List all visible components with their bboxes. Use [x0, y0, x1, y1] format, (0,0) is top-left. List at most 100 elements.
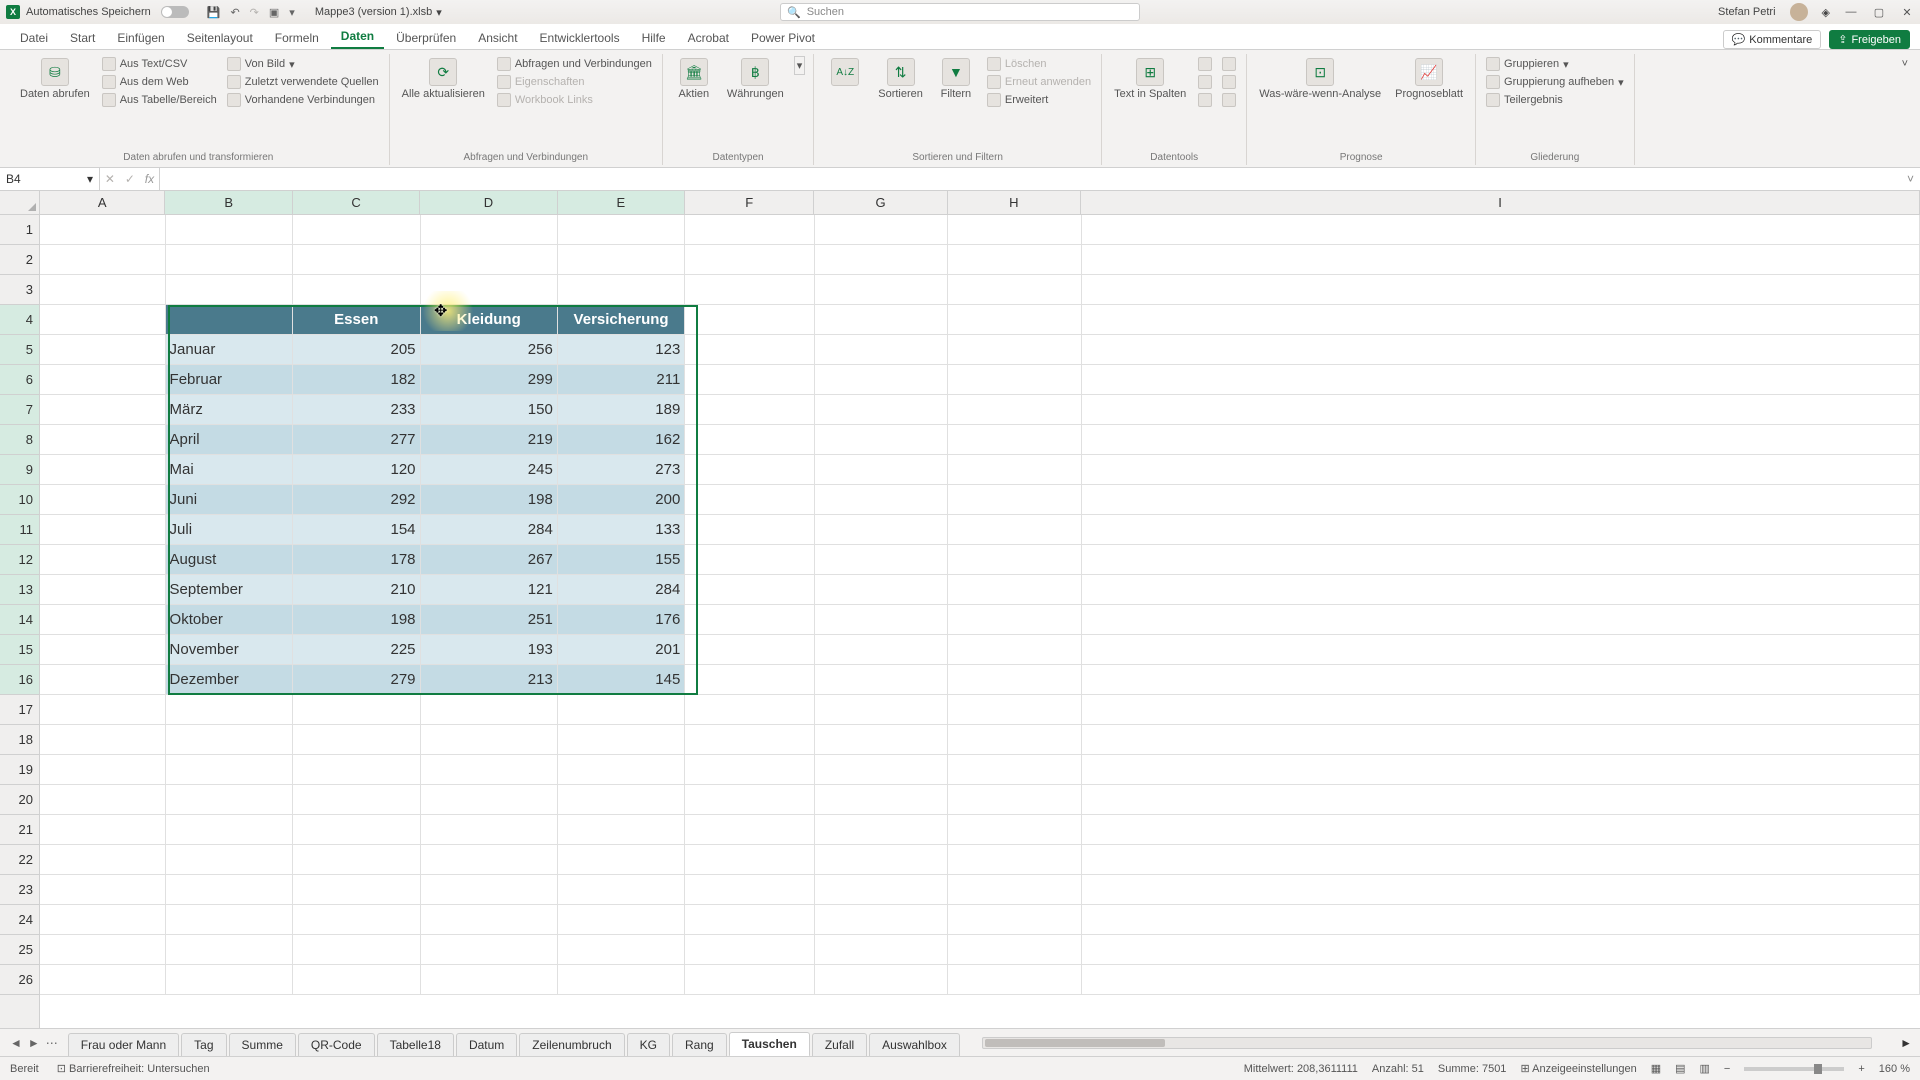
cell-I17[interactable] — [1082, 695, 1920, 725]
cell-F25[interactable] — [685, 935, 814, 965]
cell-A23[interactable] — [40, 875, 166, 905]
cell-F1[interactable] — [685, 215, 814, 245]
cell-C6[interactable]: 182 — [293, 365, 421, 395]
cell-D17[interactable] — [421, 695, 558, 725]
cell-H1[interactable] — [948, 215, 1081, 245]
cell-A26[interactable] — [40, 965, 166, 995]
cell-E1[interactable] — [558, 215, 686, 245]
cell-C11[interactable]: 154 — [293, 515, 421, 545]
from-web[interactable]: Aus dem Web — [100, 74, 219, 90]
zoom-out-icon[interactable]: − — [1724, 1063, 1730, 1075]
cell-A1[interactable] — [40, 215, 166, 245]
cell-B8[interactable]: April — [166, 425, 294, 455]
cell-H23[interactable] — [948, 875, 1081, 905]
row-header-10[interactable]: 10 — [0, 485, 39, 515]
sheet-tab-frau-oder-mann[interactable]: Frau oder Mann — [68, 1033, 179, 1056]
cell-D4[interactable]: Kleidung — [421, 305, 558, 335]
cells-area[interactable]: EssenKleidungVersicherungJanuar205256123… — [40, 215, 1920, 1028]
spreadsheet-grid[interactable]: ABCDEFGHI 123456789101112131415161718192… — [0, 191, 1920, 1028]
cell-H17[interactable] — [948, 695, 1081, 725]
cell-F18[interactable] — [685, 725, 814, 755]
cell-F3[interactable] — [685, 275, 814, 305]
cell-I18[interactable] — [1082, 725, 1920, 755]
cell-H22[interactable] — [948, 845, 1081, 875]
name-box[interactable]: B4 ▾ — [0, 168, 100, 190]
cell-C25[interactable] — [293, 935, 421, 965]
cell-A16[interactable] — [40, 665, 166, 695]
cell-A17[interactable] — [40, 695, 166, 725]
cell-I2[interactable] — [1082, 245, 1920, 275]
comments-button[interactable]: 💬 Kommentare — [1723, 30, 1822, 49]
cell-I9[interactable] — [1082, 455, 1920, 485]
column-header-G[interactable]: G — [814, 191, 947, 214]
cell-E24[interactable] — [558, 905, 686, 935]
cell-C24[interactable] — [293, 905, 421, 935]
cell-B23[interactable] — [166, 875, 294, 905]
cell-G22[interactable] — [815, 845, 948, 875]
cell-C2[interactable] — [293, 245, 421, 275]
cell-G9[interactable] — [815, 455, 948, 485]
cell-H13[interactable] — [948, 575, 1081, 605]
cell-B12[interactable]: August — [166, 545, 294, 575]
flash-fill[interactable] — [1196, 56, 1214, 72]
cell-F11[interactable] — [685, 515, 814, 545]
remove-duplicates[interactable] — [1196, 74, 1214, 90]
cell-B14[interactable]: Oktober — [166, 605, 294, 635]
cell-E16[interactable]: 145 — [558, 665, 686, 695]
row-header-23[interactable]: 23 — [0, 875, 39, 905]
cell-B18[interactable] — [166, 725, 294, 755]
cell-B26[interactable] — [166, 965, 294, 995]
cell-D15[interactable]: 193 — [421, 635, 558, 665]
cell-D10[interactable]: 198 — [421, 485, 558, 515]
data-model[interactable] — [1220, 92, 1238, 108]
view-pagelayout-icon[interactable]: ▤ — [1675, 1062, 1685, 1075]
row-header-1[interactable]: 1 — [0, 215, 39, 245]
cell-D23[interactable] — [421, 875, 558, 905]
cell-H9[interactable] — [948, 455, 1081, 485]
relationships[interactable] — [1220, 74, 1238, 90]
cell-H14[interactable] — [948, 605, 1081, 635]
cell-D22[interactable] — [421, 845, 558, 875]
cell-H20[interactable] — [948, 785, 1081, 815]
cell-G12[interactable] — [815, 545, 948, 575]
scrollbar-thumb[interactable] — [985, 1039, 1165, 1047]
cell-A2[interactable] — [40, 245, 166, 275]
sheet-tab-summe[interactable]: Summe — [229, 1033, 296, 1056]
cell-B25[interactable] — [166, 935, 294, 965]
cell-C5[interactable]: 205 — [293, 335, 421, 365]
view-normal-icon[interactable]: ▦ — [1651, 1062, 1661, 1075]
cell-F12[interactable] — [685, 545, 814, 575]
cell-A21[interactable] — [40, 815, 166, 845]
avatar[interactable] — [1790, 3, 1808, 21]
cell-C14[interactable]: 198 — [293, 605, 421, 635]
cell-I8[interactable] — [1082, 425, 1920, 455]
cell-H8[interactable] — [948, 425, 1081, 455]
tab-seitenlayout[interactable]: Seitenlayout — [177, 26, 263, 49]
cell-I5[interactable] — [1082, 335, 1920, 365]
cell-B16[interactable]: Dezember — [166, 665, 294, 695]
cell-E3[interactable] — [558, 275, 686, 305]
row-header-15[interactable]: 15 — [0, 635, 39, 665]
cell-C1[interactable] — [293, 215, 421, 245]
sheet-tab-datum[interactable]: Datum — [456, 1033, 517, 1056]
cell-B2[interactable] — [166, 245, 294, 275]
cell-B13[interactable]: September — [166, 575, 294, 605]
cell-A4[interactable] — [40, 305, 166, 335]
camera-icon[interactable]: ▣ — [269, 6, 279, 19]
cell-G10[interactable] — [815, 485, 948, 515]
cell-C9[interactable]: 120 — [293, 455, 421, 485]
cell-D21[interactable] — [421, 815, 558, 845]
cell-H4[interactable] — [948, 305, 1081, 335]
cell-D20[interactable] — [421, 785, 558, 815]
cell-F5[interactable] — [685, 335, 814, 365]
row-header-7[interactable]: 7 — [0, 395, 39, 425]
cell-E20[interactable] — [558, 785, 686, 815]
forecast-sheet-button[interactable]: 📈Prognoseblatt — [1391, 56, 1467, 102]
cell-I24[interactable] — [1082, 905, 1920, 935]
ungroup-button[interactable]: Gruppierung aufheben ▾ — [1484, 74, 1626, 90]
cell-A12[interactable] — [40, 545, 166, 575]
ribbon-collapse-icon[interactable]: ˅ — [1898, 54, 1912, 165]
cell-B4[interactable] — [166, 305, 294, 335]
sheet-tab-tabelle18[interactable]: Tabelle18 — [377, 1033, 454, 1056]
cell-I20[interactable] — [1082, 785, 1920, 815]
